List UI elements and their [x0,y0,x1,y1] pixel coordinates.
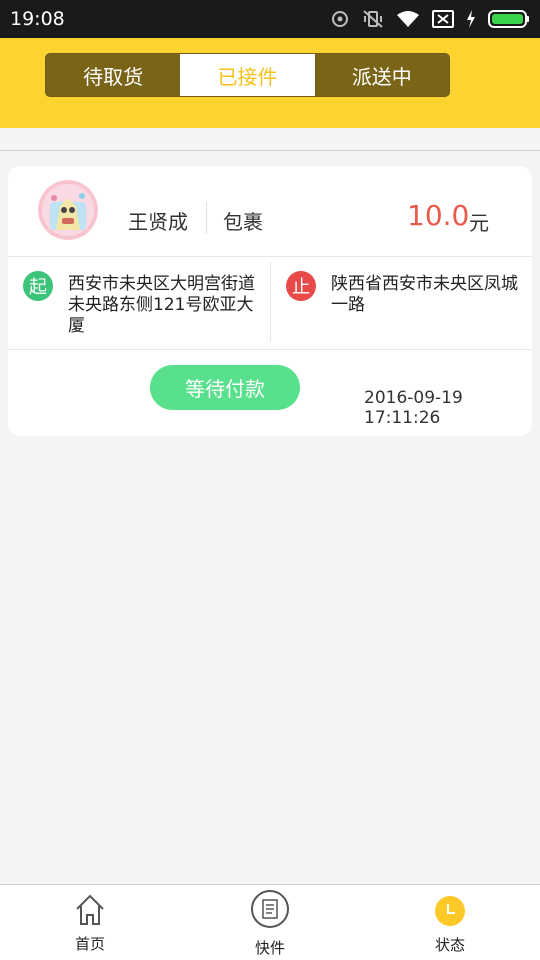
nav-express[interactable]: 快件 [210,885,330,960]
customer-name: 王贤成 [128,210,188,234]
clock-icon [435,896,465,926]
status-time: 19:08 [10,8,65,30]
price-unit: 元 [469,211,489,235]
tab-to-pickup[interactable]: 待取货 [46,54,180,96]
order-timestamp: 2016-09-19 17:11:26 [364,388,463,428]
segmented-tabs: 待取货 已接件 派送中 [45,53,450,97]
divider [8,349,532,350]
charging-icon [467,10,475,28]
hotspot-icon [332,11,348,27]
header: 待取货 已接件 派送中 [0,38,540,128]
receipt-icon [251,890,289,928]
start-badge: 起 [23,271,53,301]
nav-home-label: 首页 [74,935,105,953]
end-badge: 止 [286,271,316,301]
nav-express-label: 快件 [254,939,285,957]
home-icon [76,894,104,925]
status-bar: 19:08 [0,0,540,38]
divider [270,262,271,342]
order-card[interactable]: 王贤成 包裹 10.0 元 起 西安市未央区大明宫街道未央路东侧121号欧亚大厦… [8,166,532,436]
avatar [38,180,98,240]
no-sim-icon [432,10,454,28]
vibrate-off-icon [363,10,383,28]
battery-icon [488,10,529,28]
tab-delivering[interactable]: 派送中 [315,54,449,96]
nav-state-label: 状态 [434,936,465,954]
nav-state[interactable]: 状态 [390,885,510,960]
price: 10.0 [407,199,470,232]
nav-home[interactable]: 首页 [30,885,150,960]
wifi-icon [397,11,419,27]
tab-picked-up[interactable]: 已接件 [180,54,315,96]
divider [8,256,532,257]
bottom-nav: 首页 快件 状态 [0,884,540,960]
await-payment-button[interactable]: 等待付款 [150,365,300,410]
status-icons [330,9,530,29]
divider [206,202,207,234]
end-address: 陕西省西安市未央区凤城一路 [331,274,518,315]
divider [0,150,540,151]
parcel-type: 包裹 [223,210,263,234]
start-address: 西安市未央区大明宫街道未央路东侧121号欧亚大厦 [68,274,255,336]
